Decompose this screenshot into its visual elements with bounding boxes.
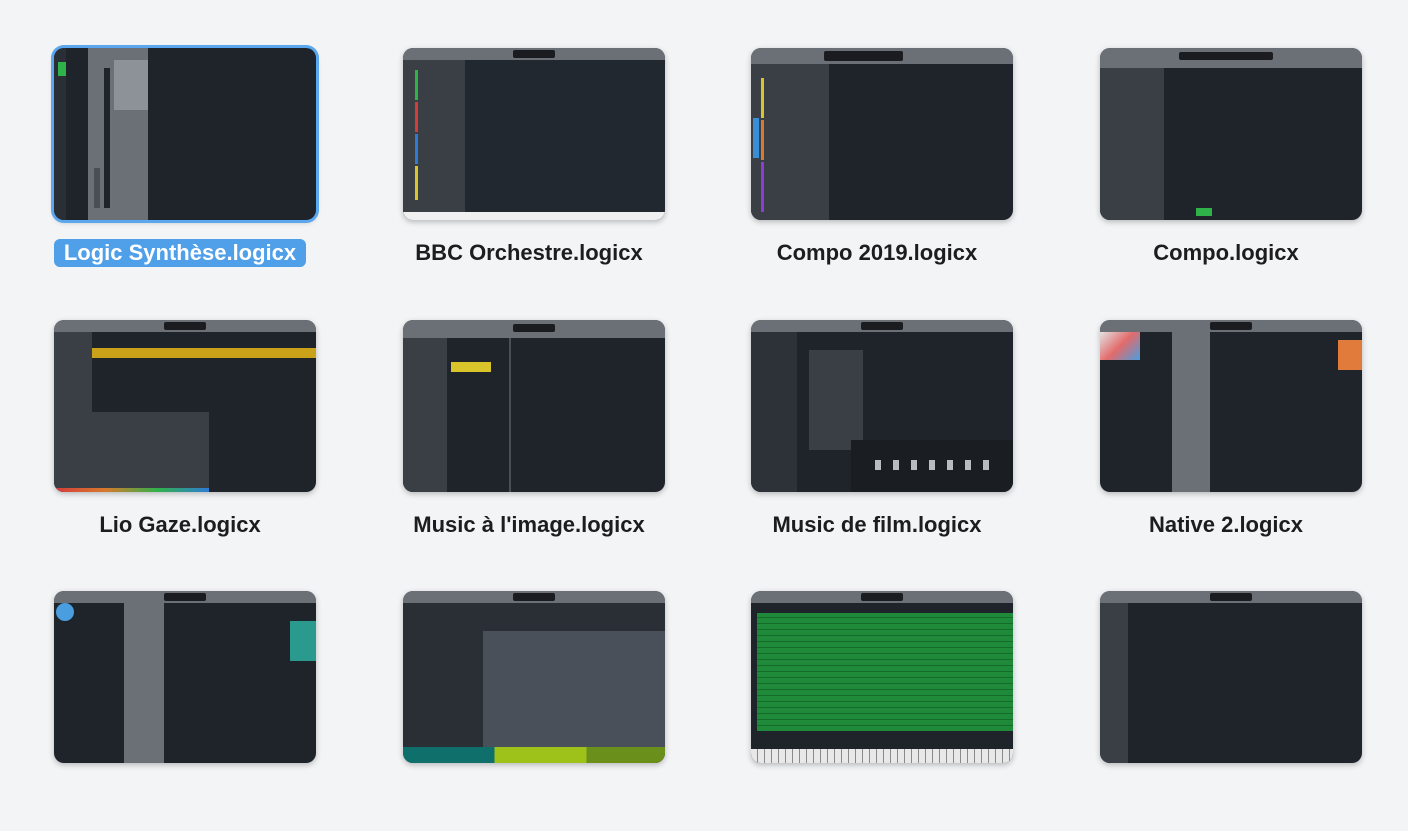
file-item[interactable] [1076,591,1376,831]
file-name-label[interactable]: Logic Synthèse.logicx [30,238,330,268]
file-item[interactable]: BBC Orchestre.logicx [379,48,679,288]
file-name-label[interactable] [1076,781,1376,811]
file-name-label[interactable]: Music de film.logicx [727,510,1027,540]
project-thumbnail[interactable] [751,48,1013,220]
file-item[interactable]: Logic Synthèse.logicx [30,48,330,288]
file-name-label[interactable]: Music à l'image.logicx [379,510,679,540]
project-thumbnail[interactable] [1100,320,1362,492]
file-item[interactable]: Music de film.logicx [727,320,1027,560]
file-item[interactable]: Compo 2019.logicx [727,48,1027,288]
file-name-label[interactable]: Lio Gaze.logicx [30,510,330,540]
project-thumbnail[interactable] [54,320,316,492]
file-item[interactable] [30,591,330,831]
file-name-label[interactable]: Compo.logicx [1076,238,1376,268]
project-thumbnail[interactable] [403,320,665,492]
project-thumbnail[interactable] [54,48,316,220]
file-name-label[interactable] [727,781,1027,811]
project-thumbnail[interactable] [751,591,1013,763]
file-item[interactable]: Compo.logicx [1076,48,1376,288]
file-name-label[interactable]: BBC Orchestre.logicx [379,238,679,268]
file-item[interactable]: Lio Gaze.logicx [30,320,330,560]
project-thumbnail[interactable] [1100,48,1362,220]
file-name-label[interactable] [379,781,679,811]
file-name-label[interactable]: Compo 2019.logicx [727,238,1027,268]
file-item[interactable]: Native 2.logicx [1076,320,1376,560]
file-name-label[interactable]: Native 2.logicx [1076,510,1376,540]
project-thumbnail[interactable] [403,48,665,220]
file-item[interactable] [727,591,1027,831]
file-name-label[interactable] [30,781,330,811]
file-grid: Logic Synthèse.logicx BBC Orchestre.logi… [0,0,1408,792]
project-thumbnail[interactable] [403,591,665,763]
file-item[interactable]: Music à l'image.logicx [379,320,679,560]
project-thumbnail[interactable] [751,320,1013,492]
project-thumbnail[interactable] [1100,591,1362,763]
file-item[interactable] [379,591,679,831]
project-thumbnail[interactable] [54,591,316,763]
